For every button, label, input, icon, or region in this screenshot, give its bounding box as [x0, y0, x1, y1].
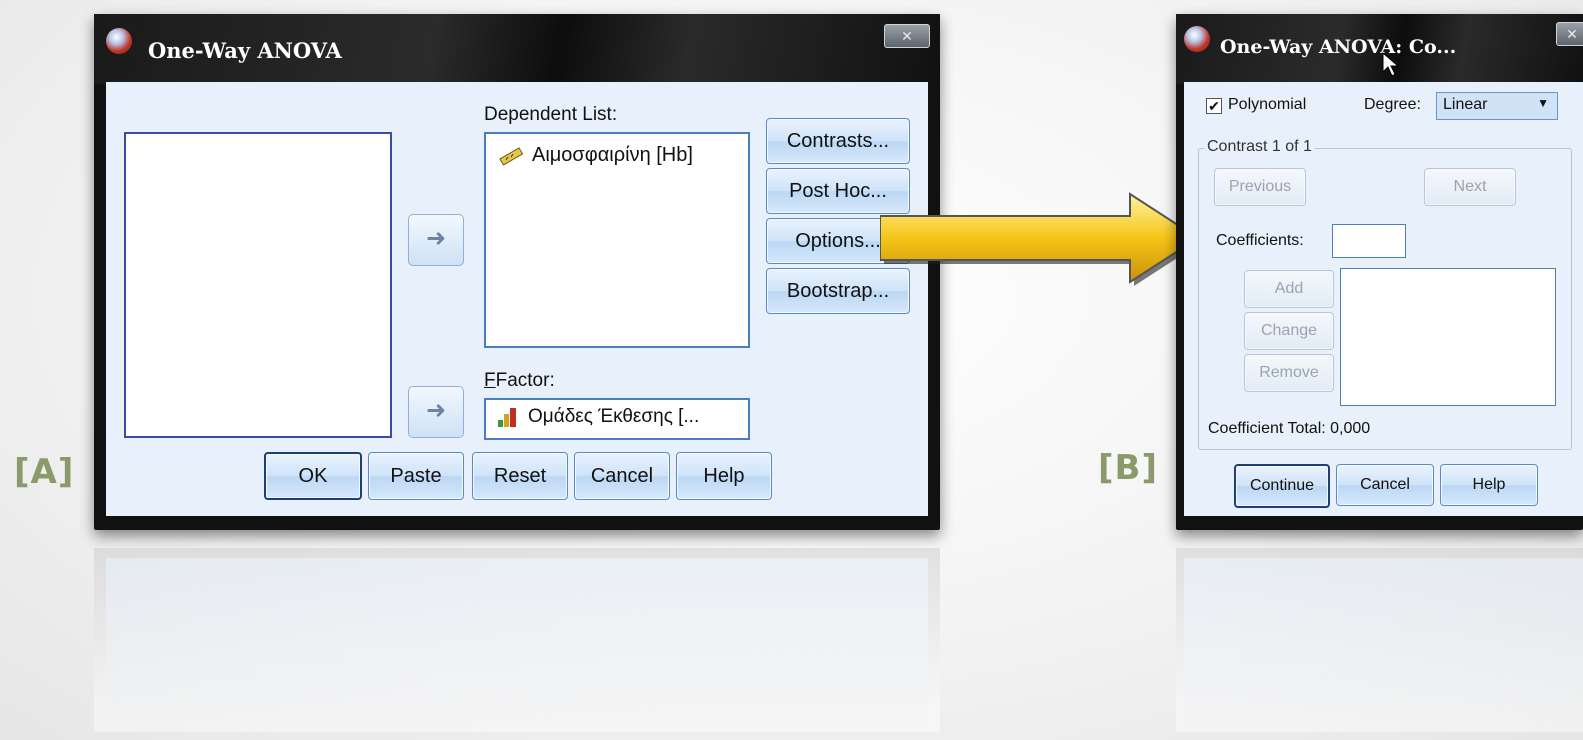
degree-select[interactable]: Linear ▼	[1436, 92, 1558, 120]
coefficients-list[interactable]	[1340, 268, 1556, 406]
contrast-group-label: Contrast 1 of 1	[1204, 138, 1315, 156]
contrasts-button[interactable]: Contrasts...	[766, 118, 910, 164]
dialog-client: ➜ ➜ Dependent List: Αιμοσφαιρίνη [Hb] FF…	[106, 82, 928, 516]
label-b: [B]	[1098, 448, 1158, 488]
move-to-factor-button[interactable]: ➜	[408, 386, 464, 438]
reset-button[interactable]: Reset	[472, 452, 568, 500]
degree-label: Degree:	[1364, 96, 1421, 113]
coefficient-total-value: 0,000	[1330, 420, 1371, 437]
titlebar: One-Way ANOVA ✕	[94, 14, 940, 84]
reflection-a	[94, 548, 940, 732]
change-button[interactable]: Change	[1244, 312, 1334, 350]
paste-button[interactable]: Paste	[368, 452, 464, 500]
help-button[interactable]: Help	[676, 452, 772, 500]
degree-value: Linear	[1443, 96, 1488, 113]
source-variable-list[interactable]	[124, 132, 392, 438]
polynomial-label: Polynomial	[1228, 96, 1307, 113]
reflection-b	[1176, 548, 1583, 732]
chevron-down-icon: ▼	[1537, 96, 1549, 110]
dependent-item-label: Αιμοσφαιρίνη [Hb]	[532, 144, 693, 166]
nominal-bar-icon	[498, 408, 516, 427]
add-button[interactable]: Add	[1244, 270, 1334, 308]
ruler-icon	[499, 146, 524, 166]
factor-item-label: Ομάδες Έκθεσης [...	[528, 406, 700, 427]
close-icon[interactable]: ✕	[884, 24, 930, 48]
factor-field[interactable]: Ομάδες Έκθεσης [...	[484, 398, 750, 440]
window-title-b: One-Way ANOVA: Co...	[1220, 36, 1457, 58]
factor-label: FFactor:	[484, 370, 555, 391]
coefficient-total-label: Coefficient Total: 0,000	[1208, 420, 1371, 437]
continue-button[interactable]: Continue	[1234, 464, 1330, 508]
move-to-dependent-button[interactable]: ➜	[408, 214, 464, 266]
coefficients-label: Coefficients:	[1216, 232, 1304, 249]
label-a: [A]	[14, 452, 75, 492]
list-item[interactable]: Αιμοσφαιρίνη [Hb]	[498, 144, 693, 167]
anova-dialog: One-Way ANOVA ✕ ➜ ➜ Dependent List: Αιμο…	[94, 14, 940, 530]
app-icon-b	[1184, 26, 1210, 52]
cancel-button[interactable]: Cancel	[574, 452, 670, 500]
previous-button[interactable]: Previous	[1214, 168, 1306, 206]
window-title: One-Way ANOVA	[148, 38, 342, 63]
dependent-list[interactable]: Αιμοσφαιρίνη [Hb]	[484, 132, 750, 348]
close-icon-b[interactable]: ✕	[1556, 22, 1583, 46]
help-button-b[interactable]: Help	[1440, 464, 1538, 506]
ok-button[interactable]: OK	[264, 452, 362, 500]
coefficients-input[interactable]	[1332, 224, 1406, 258]
cancel-button-b[interactable]: Cancel	[1336, 464, 1434, 506]
remove-button[interactable]: Remove	[1244, 354, 1334, 392]
contrasts-dialog: One-Way ANOVA: Co... ✕ ✔ Polynomial Degr…	[1176, 14, 1583, 530]
dialog-b-client: ✔ Polynomial Degree: Linear ▼ Contrast 1…	[1184, 82, 1583, 516]
titlebar-b: One-Way ANOVA: Co... ✕	[1176, 14, 1583, 84]
app-icon	[106, 28, 132, 54]
dependent-list-label: Dependent List:	[484, 104, 618, 125]
big-arrow-icon	[880, 192, 1202, 286]
mouse-cursor-icon	[1382, 52, 1400, 77]
polynomial-checkbox[interactable]: ✔	[1206, 98, 1222, 114]
next-button[interactable]: Next	[1424, 168, 1516, 206]
